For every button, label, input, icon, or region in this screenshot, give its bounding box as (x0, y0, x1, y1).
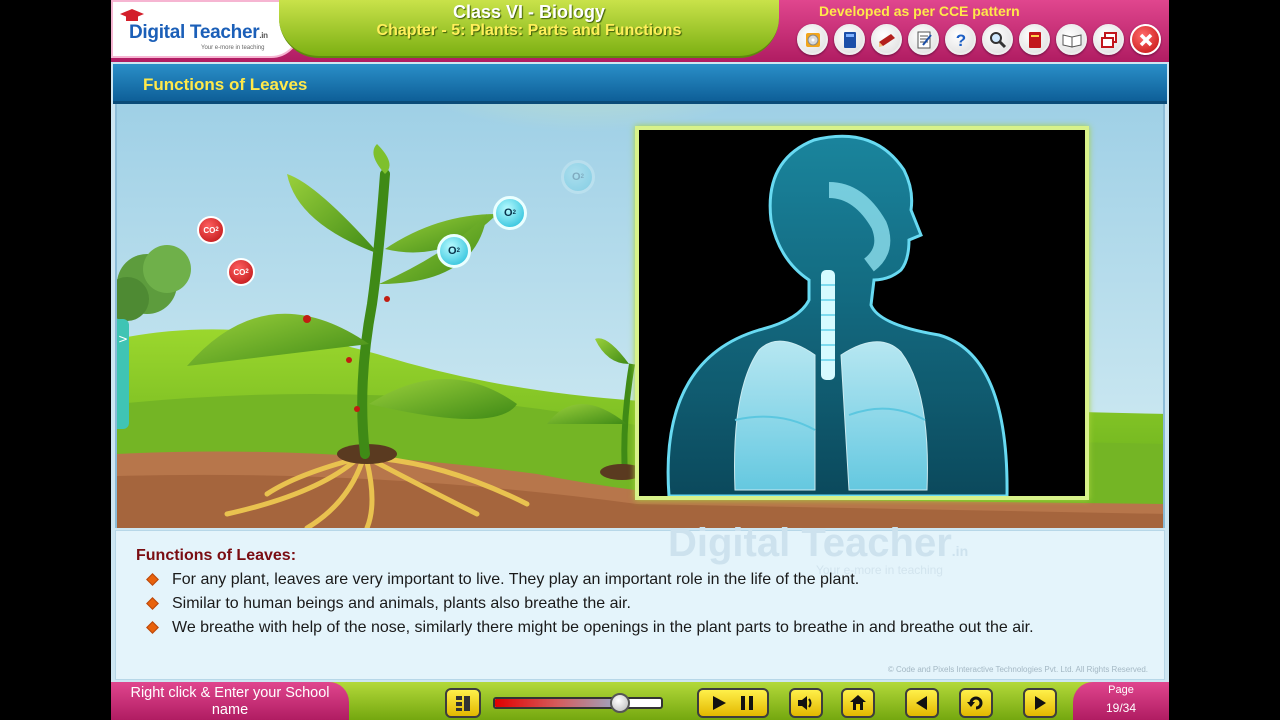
cd-icon (805, 32, 820, 47)
audio-progress-track[interactable] (493, 697, 663, 709)
school-name-box[interactable]: Right click & Enter your School name (111, 682, 349, 720)
content-panel: Digital Teacher.in Your e-more in teachi… (115, 521, 1165, 680)
section-title: Functions of Leaves (143, 75, 308, 94)
course-title: Class VI - Biology (452, 2, 606, 22)
watermark-suffix: .in (951, 543, 969, 559)
side-tab-arrow: > (117, 332, 129, 346)
next-button[interactable] (1023, 688, 1057, 718)
o2-molecule: O2 (493, 196, 527, 230)
open-book-button[interactable] (1056, 24, 1087, 55)
home-button[interactable] (841, 688, 875, 718)
list-item: Similar to human beings and animals, pla… (146, 593, 1146, 616)
cd-button[interactable] (797, 24, 828, 55)
logo-text: Digital Teacher.in (129, 22, 268, 44)
window-restore-icon (1100, 31, 1117, 48)
header: Digital Teacher.in Your e-more in teachi… (111, 0, 1169, 62)
pencil-case-icon (878, 33, 895, 47)
o2-label: O (572, 171, 581, 183)
o2-label: O (448, 245, 457, 257)
logo: Digital Teacher.in Your e-more in teachi… (111, 0, 301, 58)
book-button[interactable] (834, 24, 865, 55)
content-heading: Functions of Leaves: (136, 547, 297, 564)
watermark-name: Digital Teacher (668, 521, 952, 565)
previous-icon (916, 696, 927, 710)
cce-note: Developed as per CCE pattern (819, 3, 1020, 19)
audio-progress-handle[interactable] (609, 693, 630, 713)
next-icon (1035, 696, 1046, 710)
o2-molecule: O2 (437, 234, 471, 268)
volume-button[interactable] (789, 688, 823, 718)
footer-bar: Right click & Enter your School name Pag… (111, 682, 1169, 720)
o2-label: O (504, 207, 513, 219)
content-bullets: For any plant, leaves are very important… (146, 569, 1146, 641)
co2-molecule: CO 2 (197, 216, 225, 244)
play-pause-button[interactable] (697, 688, 769, 718)
o2-molecule-faded: O2 (561, 160, 595, 194)
copyright: © Code and Pixels Interactive Technologi… (887, 665, 1148, 674)
dictionary-button[interactable] (1019, 24, 1050, 55)
help-button[interactable]: ? (945, 24, 976, 55)
speaker-icon (798, 696, 812, 710)
help-icon: ? (955, 31, 965, 50)
section-bar: Functions of Leaves (113, 64, 1167, 104)
search-icon (989, 31, 1006, 48)
menu-button[interactable] (445, 688, 481, 718)
pencil-case-button[interactable] (871, 24, 902, 55)
notepad-icon (917, 31, 932, 48)
replay-button[interactable] (959, 688, 993, 718)
page-label: Page (1108, 684, 1134, 696)
o2-subscript: 2 (456, 248, 460, 254)
human-respiratory-illustration (666, 134, 1009, 496)
home-icon (850, 695, 866, 710)
dictionary-icon (1028, 31, 1041, 48)
title-band: Class VI - Biology Chapter - 5: Plants: … (279, 0, 779, 58)
toolbar: ? (797, 24, 1161, 55)
app-window: Digital Teacher.in Your e-more in teachi… (111, 0, 1169, 720)
co2-subscript: 2 (215, 227, 219, 233)
logo-name: Digital Teacher (129, 22, 260, 43)
o2-subscript: 2 (580, 174, 584, 180)
close-button[interactable] (1130, 24, 1161, 55)
page-indicator: Page 19/34 (1073, 682, 1169, 720)
replay-icon (967, 696, 983, 710)
co2-molecule: CO 2 (227, 258, 255, 286)
bullet-text: For any plant, leaves are very important… (172, 571, 860, 588)
chapter-title: Chapter - 5: Plants: Parts and Functions (376, 22, 682, 39)
human-breathing-panel (635, 126, 1089, 500)
o2-subscript: 2 (512, 210, 516, 216)
bullet-text: We breathe with help of the nose, simila… (172, 619, 1034, 636)
school-name-text: Right click & Enter your School name (130, 685, 330, 718)
close-icon (1139, 33, 1152, 46)
watermark: Digital Teacher.in (668, 521, 968, 566)
bullet-diamond-icon (146, 573, 159, 586)
list-item: For any plant, leaves are very important… (146, 569, 1146, 592)
bullet-diamond-icon (146, 621, 159, 634)
side-tab-toggle[interactable]: > (117, 319, 129, 429)
window-restore-button[interactable] (1093, 24, 1124, 55)
search-button[interactable] (982, 24, 1013, 55)
book-icon (843, 31, 856, 48)
previous-button[interactable] (905, 688, 939, 718)
menu-icon (456, 696, 470, 711)
logo-tagline: Your e-more in teaching (201, 45, 265, 51)
co2-label: CO (233, 267, 246, 277)
list-item: We breathe with help of the nose, simila… (146, 617, 1146, 640)
audio-progress-fill (495, 699, 620, 707)
bullet-diamond-icon (146, 597, 159, 610)
logo-suffix: .in (259, 31, 268, 40)
notepad-button[interactable] (908, 24, 939, 55)
co2-subscript: 2 (245, 269, 249, 275)
svg-text:?: ? (955, 31, 965, 50)
page-number: 19/34 (1105, 701, 1137, 715)
play-icon (713, 696, 726, 710)
bullet-text: Similar to human beings and animals, pla… (172, 595, 631, 612)
animation-scene: > CO 2 CO 2 O2 O2 O2 (115, 104, 1165, 528)
co2-label: CO (203, 225, 216, 235)
open-book-icon (1062, 33, 1081, 48)
pause-icon (741, 696, 753, 710)
